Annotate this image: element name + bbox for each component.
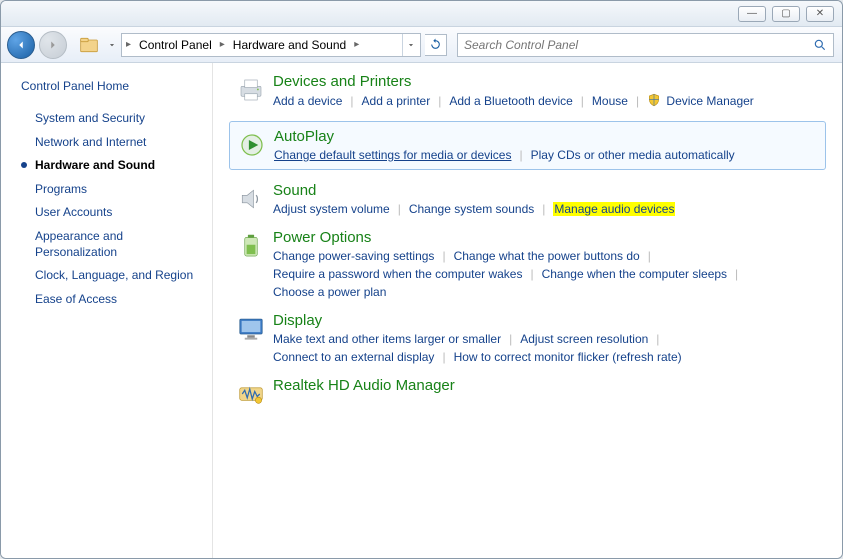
close-button[interactable]: ✕ — [806, 6, 834, 22]
realtek-icon — [229, 377, 273, 409]
sidebar-list: System and Security Network and Internet… — [21, 107, 202, 311]
chevron-down-icon — [406, 40, 416, 50]
power-buttons-link[interactable]: Change what the power buttons do — [454, 248, 640, 264]
control-panel-home-link[interactable]: Control Panel Home — [21, 79, 202, 93]
back-button[interactable] — [7, 31, 35, 59]
navbar: ▸ Control Panel ▸ Hardware and Sound ▸ — [1, 27, 842, 63]
sidebar-item-system-security[interactable]: System and Security — [21, 107, 202, 131]
power-options-heading[interactable]: Power Options — [273, 229, 826, 246]
search-icon — [813, 38, 827, 52]
manage-audio-devices-link[interactable]: Manage audio devices — [553, 202, 675, 216]
add-device-link[interactable]: Add a device — [273, 93, 342, 109]
display-heading[interactable]: Display — [273, 312, 826, 329]
breadcrumb-sep-icon[interactable]: ▸ — [218, 39, 227, 50]
sidebar-item-ease-access[interactable]: Ease of Access — [21, 288, 202, 312]
sidebar-item-network-internet[interactable]: Network and Internet — [21, 131, 202, 155]
search-box[interactable] — [457, 33, 834, 57]
sidebar-item-programs[interactable]: Programs — [21, 178, 202, 202]
sound-heading[interactable]: Sound — [273, 182, 826, 199]
device-manager-link[interactable]: Device Manager — [647, 92, 754, 109]
power-saving-link[interactable]: Change power-saving settings — [273, 248, 434, 264]
section-realtek: Realtek HD Audio Manager — [229, 377, 826, 409]
add-printer-link[interactable]: Add a printer — [362, 93, 431, 109]
section-display: Display Make text and other items larger… — [229, 312, 826, 365]
minimize-button[interactable]: — — [738, 6, 766, 22]
breadcrumb[interactable]: ▸ Control Panel ▸ Hardware and Sound ▸ — [121, 33, 421, 57]
printer-icon — [229, 73, 273, 109]
section-autoplay: AutoPlay Change default settings for med… — [229, 121, 826, 170]
power-plan-link[interactable]: Choose a power plan — [273, 284, 386, 300]
screen-resolution-link[interactable]: Adjust screen resolution — [520, 331, 648, 347]
change-sounds-link[interactable]: Change system sounds — [409, 201, 534, 217]
speaker-icon — [229, 182, 273, 217]
adjust-volume-link[interactable]: Adjust system volume — [273, 201, 390, 217]
sidebar-item-hardware-sound[interactable]: Hardware and Sound — [21, 154, 202, 178]
titlebar: — ▢ ✕ — [1, 1, 842, 27]
shield-icon — [647, 93, 661, 107]
mouse-link[interactable]: Mouse — [592, 93, 628, 109]
chevron-down-icon[interactable] — [107, 40, 117, 50]
section-power: Power Options Change power-saving settin… — [229, 229, 826, 300]
breadcrumb-root-arrow[interactable]: ▸ — [124, 39, 133, 50]
display-icon — [229, 312, 273, 365]
autoplay-icon — [230, 128, 274, 163]
breadcrumb-hardware-sound[interactable]: Hardware and Sound — [227, 34, 352, 56]
breadcrumb-control-panel[interactable]: Control Panel — [133, 34, 218, 56]
sidebar-item-user-accounts[interactable]: User Accounts — [21, 201, 202, 225]
sleep-change-link[interactable]: Change when the computer sleeps — [542, 266, 727, 282]
autoplay-heading[interactable]: AutoPlay — [274, 128, 825, 145]
arrow-left-icon — [14, 38, 28, 52]
search-input[interactable] — [464, 38, 813, 52]
control-panel-window: — ▢ ✕ ▸ Control Panel ▸ Hardware and Sou… — [0, 0, 843, 559]
add-bluetooth-link[interactable]: Add a Bluetooth device — [449, 93, 572, 109]
forward-button[interactable] — [39, 31, 67, 59]
section-devices-printers: Devices and Printers Add a device| Add a… — [229, 73, 826, 109]
require-password-link[interactable]: Require a password when the computer wak… — [273, 266, 522, 282]
sidebar-item-appearance[interactable]: Appearance and Personalization — [21, 225, 202, 264]
body: Control Panel Home System and Security N… — [1, 63, 842, 558]
sidebar: Control Panel Home System and Security N… — [1, 63, 213, 558]
device-manager-label: Device Manager — [666, 94, 753, 108]
external-display-link[interactable]: Connect to an external display — [273, 349, 434, 365]
sidebar-item-clock-language[interactable]: Clock, Language, and Region — [21, 264, 202, 288]
content: Devices and Printers Add a device| Add a… — [213, 63, 842, 558]
text-size-link[interactable]: Make text and other items larger or smal… — [273, 331, 501, 347]
refresh-button[interactable] — [425, 34, 447, 56]
section-sound: Sound Adjust system volume| Change syste… — [229, 182, 826, 217]
autoplay-defaults-link[interactable]: Change default settings for media or dev… — [274, 147, 511, 163]
monitor-flicker-link[interactable]: How to correct monitor flicker (refresh … — [454, 349, 682, 365]
autoplay-play-cd-link[interactable]: Play CDs or other media automatically — [531, 147, 735, 163]
devices-printers-heading[interactable]: Devices and Printers — [273, 73, 826, 90]
battery-icon — [229, 229, 273, 300]
explorer-icon — [79, 36, 99, 54]
maximize-button[interactable]: ▢ — [772, 6, 800, 22]
breadcrumb-sep-icon[interactable]: ▸ — [352, 39, 361, 50]
arrow-right-icon — [46, 38, 60, 52]
refresh-icon — [429, 38, 442, 51]
realtek-heading[interactable]: Realtek HD Audio Manager — [273, 377, 826, 394]
breadcrumb-dropdown[interactable] — [402, 34, 418, 56]
